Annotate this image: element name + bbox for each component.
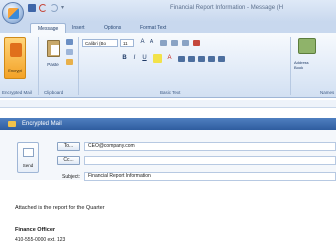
customize-toolbar-icon[interactable]: ▾ (61, 4, 75, 12)
title-bar: ▾ Financial Report Information - Message… (0, 0, 336, 22)
message-body-line[interactable]: Attached is the report for the Quarter (15, 205, 105, 211)
send-button[interactable]: Send (17, 142, 39, 173)
cc-button[interactable]: Cc... (57, 156, 80, 165)
envelope-icon (23, 148, 34, 157)
subject-label: Subject: (62, 174, 81, 180)
office-logo-icon (8, 8, 19, 19)
encrypt-button[interactable]: Encrypt (4, 37, 26, 79)
encrypt-label: Encrypt (8, 68, 22, 73)
grow-font-icon[interactable]: A (138, 38, 147, 47)
clipboard-icon (47, 40, 60, 57)
clear-formatting-icon[interactable] (193, 40, 200, 46)
copy-icon[interactable] (66, 49, 73, 55)
address-book-icon[interactable] (298, 38, 316, 54)
lock-icon (10, 43, 22, 57)
undo-icon[interactable] (39, 4, 47, 12)
underline-button[interactable]: U (140, 54, 149, 63)
save-icon[interactable] (28, 4, 36, 12)
info-bar (0, 100, 336, 108)
tab-format-text[interactable]: Format Text (140, 23, 166, 33)
tab-options[interactable]: Options (104, 23, 121, 33)
highlight-icon[interactable] (153, 54, 162, 63)
ribbon: Encrypt Encrypted Mail Paste Clipboard C… (0, 33, 336, 98)
cut-icon[interactable] (66, 39, 73, 45)
numbering-icon[interactable] (171, 40, 178, 46)
paste-label: Paste (47, 62, 59, 67)
ribbon-tabs: Message Insert Options Format Text (0, 22, 336, 33)
to-field[interactable]: CEO@company.com (84, 142, 336, 151)
group-label-basic-text: Basic Text (160, 90, 181, 95)
indent-icon[interactable] (182, 40, 189, 46)
ribbon-separator (290, 37, 291, 95)
address-book-label: Address Book (294, 60, 309, 70)
office-button[interactable] (2, 2, 24, 24)
cc-field[interactable] (84, 156, 336, 165)
group-label-clipboard: Clipboard (44, 90, 64, 95)
format-painter-icon[interactable] (66, 59, 73, 65)
decrease-indent-icon[interactable] (208, 56, 215, 62)
group-label-encrypted-mail: Encrypted Mail (2, 90, 32, 95)
font-color-icon[interactable]: A (165, 54, 174, 63)
quick-access-toolbar: ▾ (28, 4, 75, 12)
font-size-select[interactable]: 11 (120, 39, 134, 47)
align-center-icon[interactable] (188, 56, 195, 62)
align-right-icon[interactable] (198, 56, 205, 62)
redo-icon[interactable] (50, 4, 58, 12)
font-name-select[interactable]: Calibri (Bo (82, 39, 118, 47)
tab-insert[interactable]: Insert (72, 23, 85, 33)
to-button[interactable]: To... (57, 142, 80, 151)
align-left-icon[interactable] (178, 56, 185, 62)
ribbon-separator (78, 37, 79, 95)
encrypted-mail-banner: Encrypted Mail (0, 118, 336, 130)
bold-button[interactable]: B (120, 54, 129, 63)
signature-title[interactable]: Finance Officer (15, 227, 55, 233)
shrink-font-icon[interactable]: A (147, 38, 156, 47)
ribbon-separator (38, 37, 39, 95)
window-title: Financial Report Information - Message (… (170, 5, 284, 11)
increase-indent-icon[interactable] (218, 56, 225, 62)
italic-button[interactable]: I (130, 54, 139, 63)
subject-field[interactable]: Financial Report Information (84, 172, 336, 181)
bullets-icon[interactable] (160, 40, 167, 46)
tab-message[interactable]: Message (30, 23, 67, 33)
signature-phone[interactable]: 410-555-0000 ext. 123 (15, 237, 65, 243)
send-label: Send (22, 163, 34, 168)
group-label-names: Names (320, 90, 335, 95)
encrypted-mail-banner-text: Encrypted Mail (22, 121, 62, 127)
address-book-label-line2: Book (294, 65, 304, 70)
lock-icon (8, 121, 16, 127)
paste-button[interactable]: Paste (44, 37, 62, 77)
